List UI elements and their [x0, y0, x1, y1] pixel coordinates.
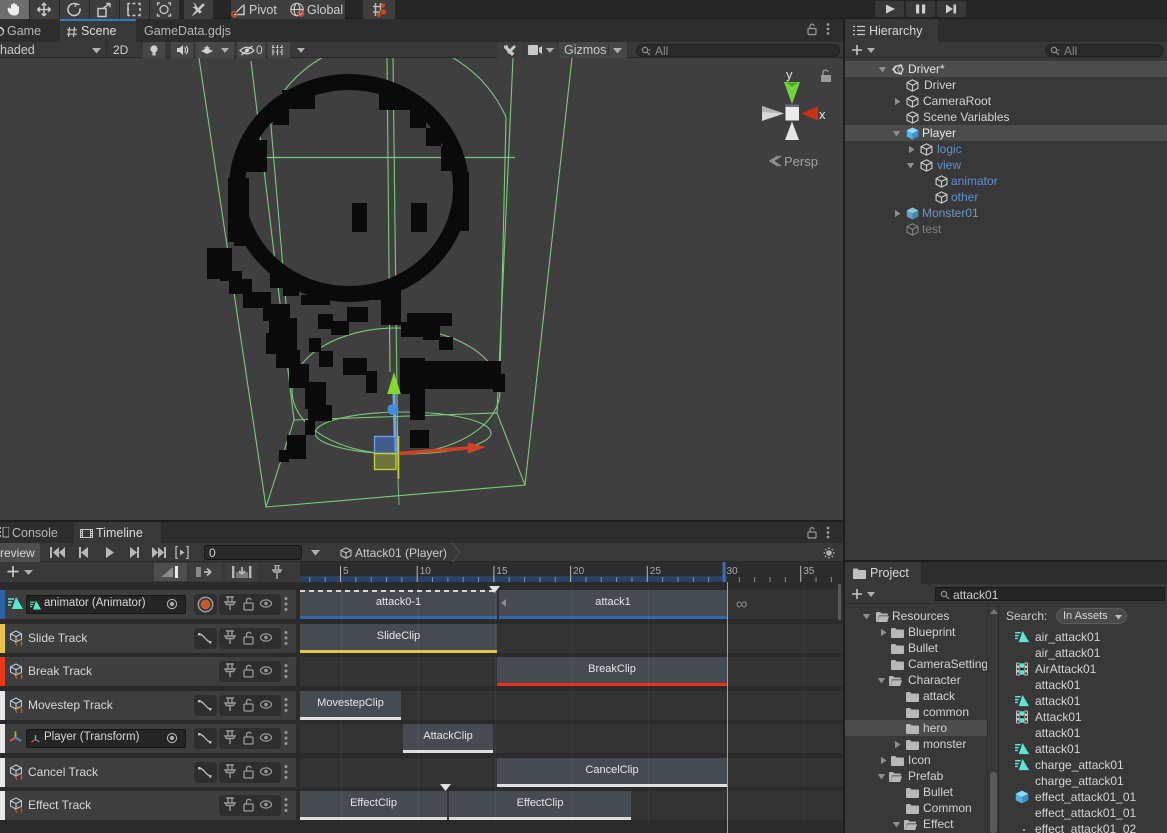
svg-text:x: x [819, 107, 826, 122]
svg-text:{}: {} [14, 807, 24, 814]
svg-text:{}: {} [14, 706, 24, 713]
svg-text:10: 10 [420, 566, 432, 577]
svg-text:{}: {} [14, 673, 24, 680]
svg-text:y: y [786, 67, 793, 82]
svg-text:15: 15 [496, 566, 508, 577]
svg-text:25: 25 [650, 566, 662, 577]
svg-text:{}: {} [14, 639, 24, 646]
svg-text:5: 5 [343, 566, 349, 577]
svg-text:{}: {} [14, 773, 24, 780]
svg-text:35: 35 [803, 566, 815, 577]
svg-text:Global: Global [307, 3, 343, 17]
svg-text:Pivot: Pivot [249, 3, 277, 17]
svg-text:20: 20 [573, 566, 585, 577]
svg-text:Persp: Persp [784, 154, 818, 169]
svg-text:30: 30 [727, 566, 739, 577]
